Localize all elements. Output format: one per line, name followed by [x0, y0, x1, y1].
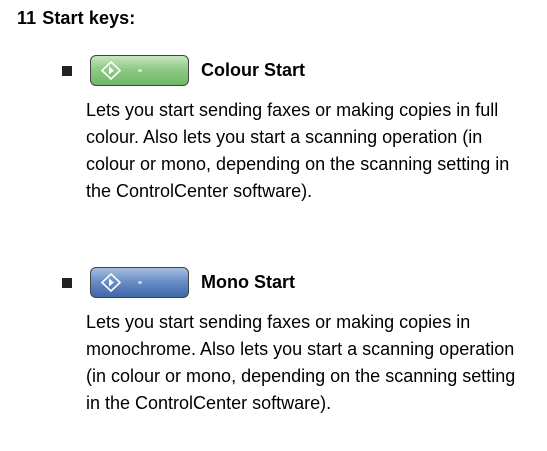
colour-start-key-image: [90, 55, 189, 86]
key-indicator-dot: [138, 281, 142, 284]
section-number: 11: [17, 8, 37, 28]
colour-start-label: Colour Start: [201, 60, 306, 80]
bullet-square: [62, 66, 72, 76]
start-diamond-icon: [100, 273, 122, 292]
section-heading: 11 Start keys:: [17, 8, 135, 29]
colour-start-description: Lets you start sending faxes or making c…: [86, 100, 510, 201]
mono-start-label: Mono Start: [201, 272, 295, 292]
mono-start-description: Lets you start sending faxes or making c…: [86, 312, 516, 413]
key-indicator-dot: [138, 69, 142, 72]
bullet-square: [62, 278, 72, 288]
section-title: Start keys:: [42, 8, 136, 28]
start-diamond-icon: [100, 61, 122, 80]
mono-start-key-image: [90, 267, 189, 298]
